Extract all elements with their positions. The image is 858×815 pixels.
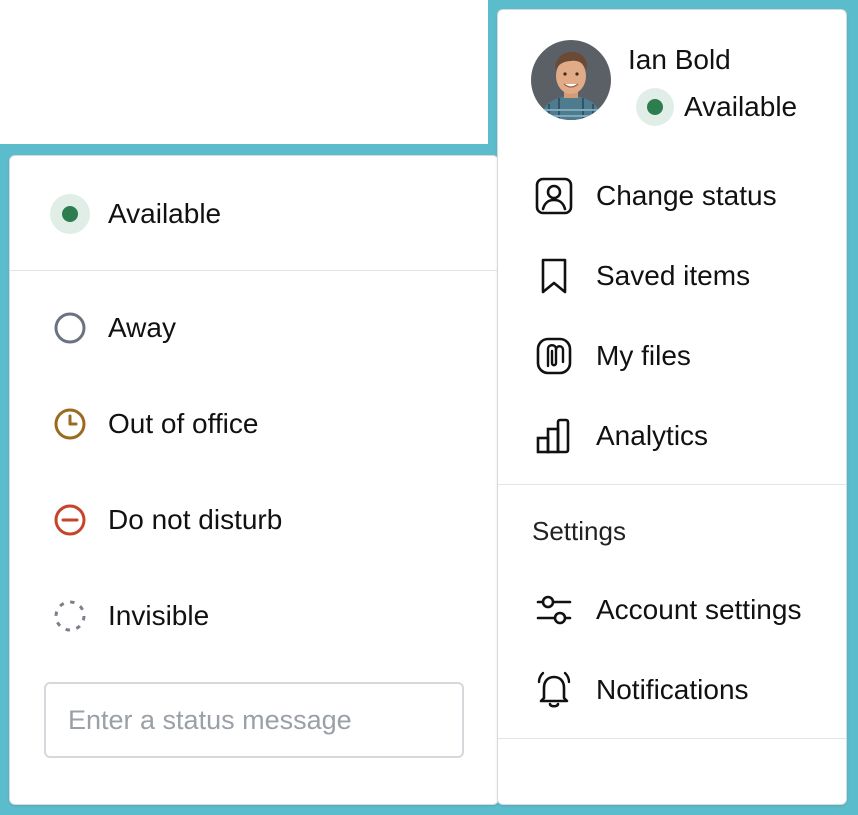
menu-item-label: Account settings	[596, 594, 802, 625]
menu-item-notifications[interactable]: Notifications	[534, 666, 834, 714]
clock-icon	[50, 404, 90, 444]
menu-item-label: Saved items	[596, 260, 751, 291]
profile-menu-panel: Ian Bold Available Change status Saved i…	[497, 9, 847, 805]
menu-item-label: Change status	[596, 180, 777, 211]
bell-icon	[534, 670, 574, 710]
paperclip-icon	[534, 336, 574, 376]
menu-item-account-settings[interactable]: Account settings	[534, 586, 834, 634]
away-circle-icon	[50, 308, 90, 348]
dashed-circle-icon	[50, 596, 90, 636]
status-option-label: Available	[108, 198, 222, 229]
status-message-input[interactable]	[44, 682, 464, 758]
status-option-available[interactable]: Available	[50, 190, 470, 238]
bookmark-icon	[534, 256, 574, 296]
sliders-icon	[534, 590, 574, 630]
menu-item-saved-items[interactable]: Saved items	[534, 252, 834, 300]
user-square-icon	[534, 176, 574, 216]
divider	[498, 484, 846, 485]
status-option-away[interactable]: Away	[50, 304, 470, 352]
menu-item-label: Analytics	[596, 420, 709, 451]
profile-name: Ian Bold	[628, 44, 731, 75]
menu-item-my-files[interactable]: My files	[534, 332, 834, 380]
profile-status-label: Available	[684, 91, 798, 122]
status-option-label: Invisible	[108, 600, 210, 631]
bar-chart-icon	[534, 416, 574, 456]
status-menu-panel: Available Away Out of office Do not dist…	[9, 155, 499, 805]
menu-item-change-status[interactable]: Change status	[534, 172, 834, 220]
status-option-label: Out of office	[108, 408, 259, 439]
profile-status: Available	[636, 88, 797, 126]
available-dot-icon	[636, 88, 674, 126]
avatar[interactable]	[531, 40, 611, 120]
divider	[10, 270, 498, 271]
minus-circle-icon	[50, 500, 90, 540]
settings-section-label: Settings	[532, 516, 626, 546]
divider	[498, 738, 846, 739]
status-option-label: Do not disturb	[108, 504, 283, 535]
status-option-out-of-office[interactable]: Out of office	[50, 400, 470, 448]
menu-item-analytics[interactable]: Analytics	[534, 412, 834, 460]
available-dot-icon	[50, 194, 90, 234]
status-option-label: Away	[108, 312, 176, 343]
menu-item-label: My files	[596, 340, 691, 371]
status-option-invisible[interactable]: Invisible	[50, 592, 470, 640]
menu-item-label: Notifications	[596, 674, 749, 705]
status-option-do-not-disturb[interactable]: Do not disturb	[50, 496, 470, 544]
